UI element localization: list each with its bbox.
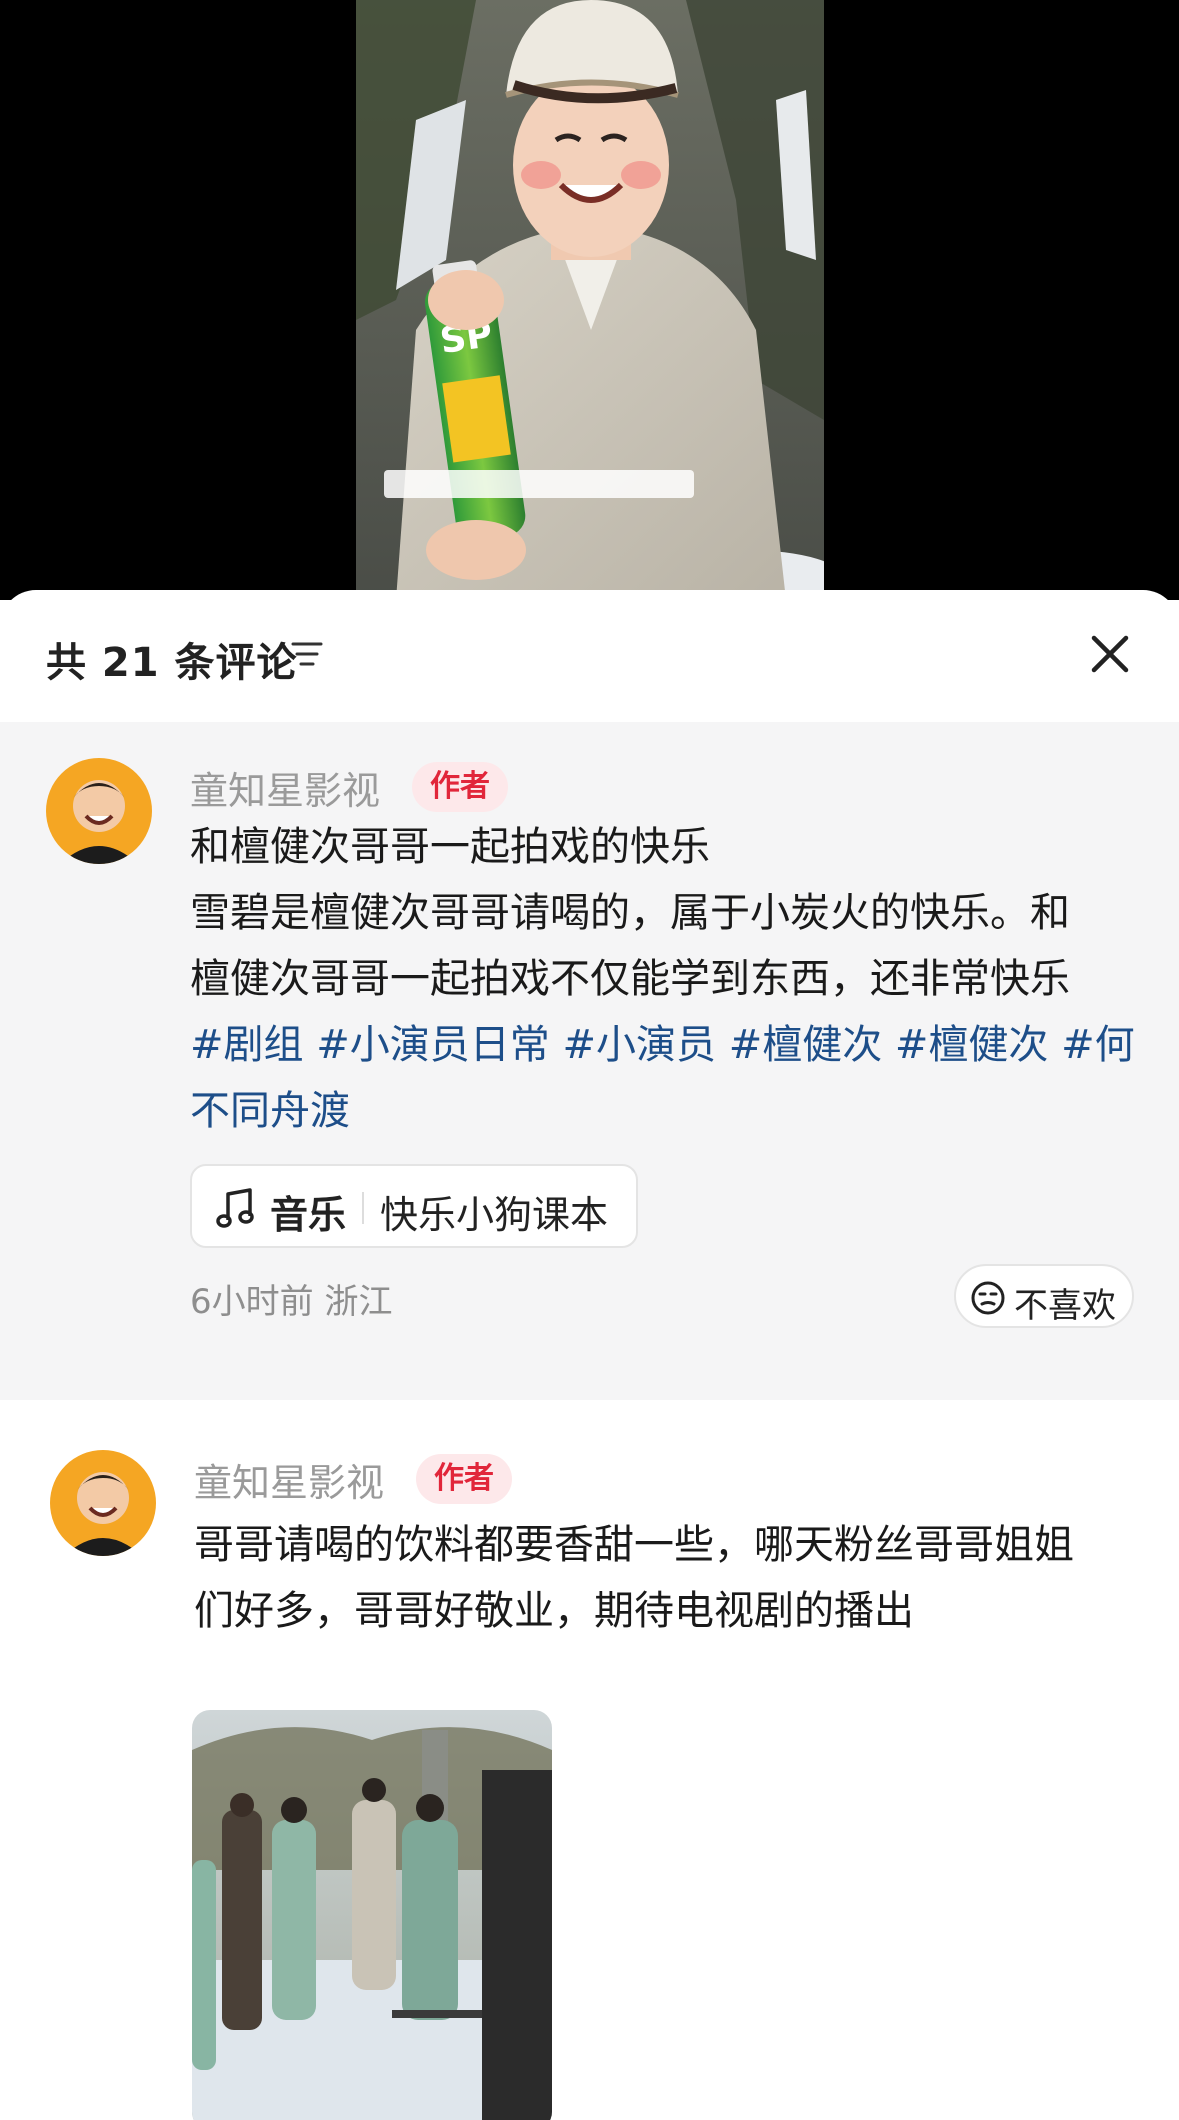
video-player[interactable]: SP: [0, 0, 1179, 600]
username[interactable]: 童知星影视: [190, 760, 380, 815]
music-title: 快乐小狗课本: [380, 1193, 609, 1237]
comment-text-line: 檀健次哥哥一起拍戏不仅能学到东西，还非常快乐: [190, 956, 1070, 1002]
author-badge: 作者: [412, 762, 508, 812]
comment-count: 共 21 条评论: [46, 640, 298, 686]
dislike-button[interactable]: 不喜欢: [954, 1264, 1134, 1328]
comments-sheet: 共 21 条评论 童知星影视 作者 和檀健次哥哥一起拍戏的快乐 雪碧是檀健次哥哥…: [0, 590, 1179, 2120]
video-frame-image: SP: [356, 0, 824, 600]
comment-text-line: 哥哥请喝的饮料都要香甜一些，哪天粉丝哥哥姐姐: [194, 1522, 1074, 1568]
face-neutral-icon: [970, 1280, 1006, 1316]
comment-text-line: 和檀健次哥哥一起拍戏的快乐: [190, 824, 710, 870]
comment-item[interactable]: 童知星影视 作者 哥哥请喝的饮料都要香甜一些，哪天粉丝哥哥姐姐 们好多，哥哥好敬…: [0, 1400, 1179, 2120]
comment-text-line: 雪碧是檀健次哥哥请喝的，属于小炭火的快乐。和: [190, 890, 1070, 936]
hashtag-line[interactable]: #剧组 #小演员日常 #小演员 #檀健次 #檀健次 #何: [190, 1012, 1140, 1078]
sort-filter-icon[interactable]: [289, 636, 325, 672]
divider: [362, 1192, 364, 1224]
avatar[interactable]: [50, 1450, 156, 1556]
hashtag-line[interactable]: 不同舟渡: [190, 1078, 1140, 1144]
username[interactable]: 童知星影视: [194, 1452, 384, 1507]
dislike-label: 不喜欢: [1014, 1286, 1116, 1326]
comment-text-line: 们好多，哥哥好敬业，期待电视剧的播出: [194, 1588, 914, 1634]
music-label: 音乐: [270, 1193, 347, 1237]
avatar[interactable]: [46, 758, 152, 864]
comments-header: 共 21 条评论: [0, 590, 1179, 722]
comment-image[interactable]: [192, 1710, 552, 2120]
comment-meta: 6小时前 浙江: [190, 1282, 393, 1322]
author-badge: 作者: [416, 1454, 512, 1504]
music-chip[interactable]: 音乐 快乐小狗课本: [190, 1164, 638, 1248]
music-note-icon: [216, 1186, 256, 1230]
close-icon: [1091, 635, 1129, 673]
close-button[interactable]: [1084, 628, 1136, 680]
comment-item[interactable]: 童知星影视 作者 和檀健次哥哥一起拍戏的快乐 雪碧是檀健次哥哥请喝的，属于小炭火…: [0, 722, 1179, 1400]
